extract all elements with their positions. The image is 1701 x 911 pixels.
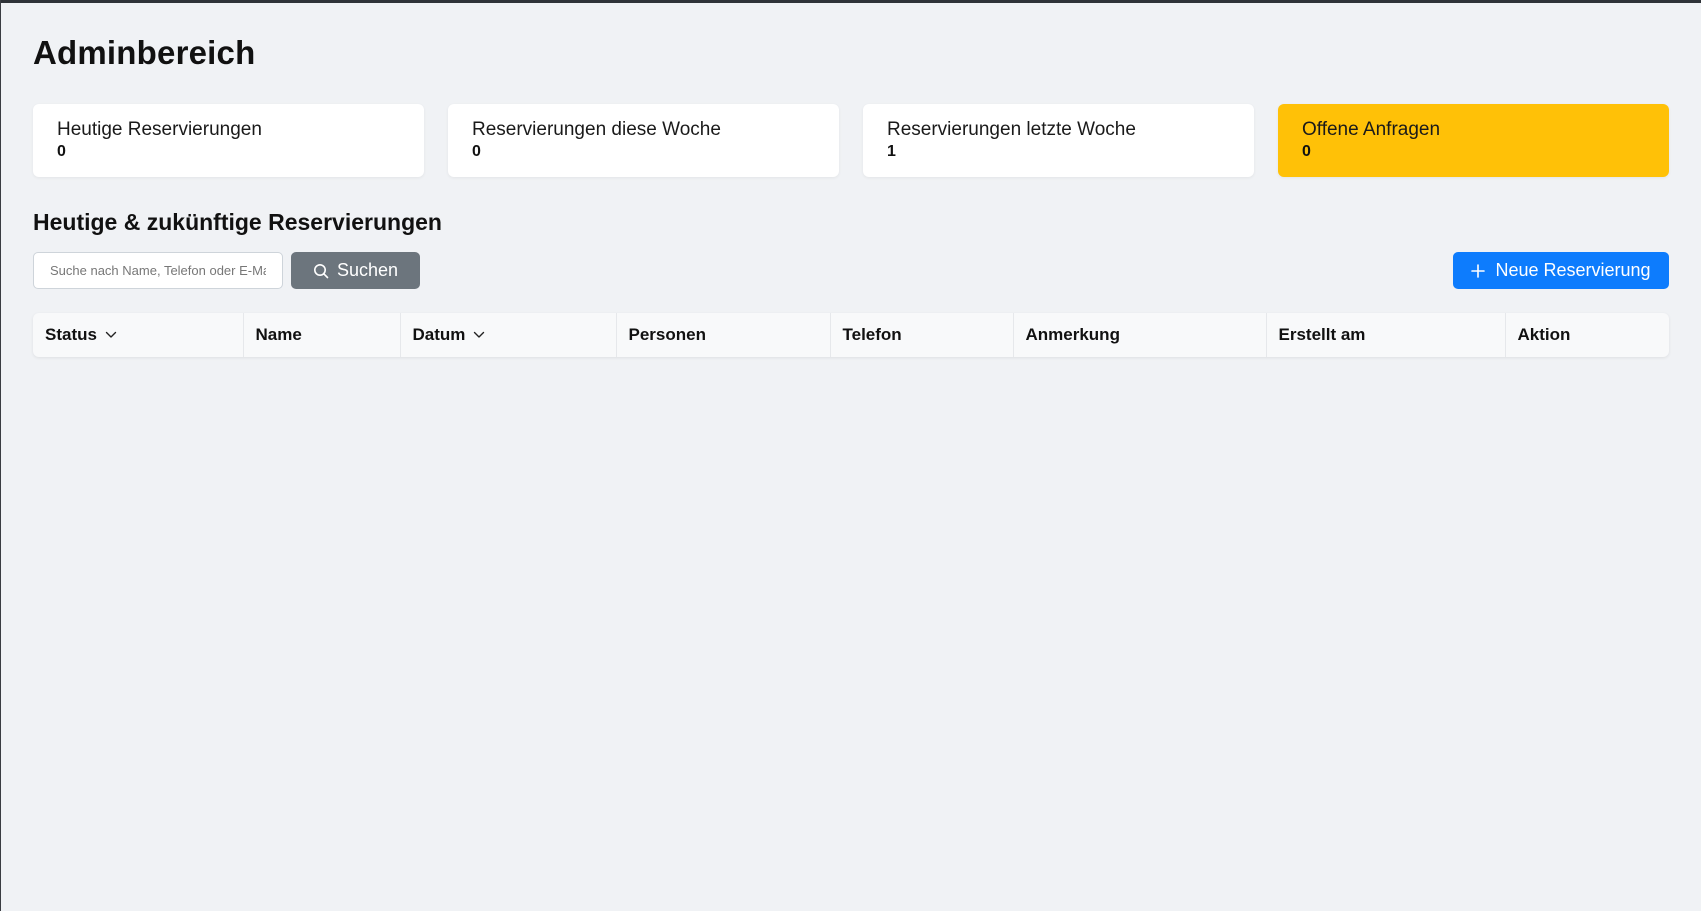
column-header-telefon: Telefon [829, 313, 1013, 357]
column-header-label: Status [45, 325, 97, 344]
column-header-label: Erstellt am [1278, 325, 1366, 344]
page-title: Adminbereich [33, 34, 256, 71]
stat-card-label: Heutige Reservierungen [57, 119, 262, 140]
search-button[interactable]: Suchen [291, 252, 420, 289]
section-title: Heutige & zukünftige Reservierungen [33, 209, 442, 235]
stat-card-this-week: Reservierungen diese Woche 0 [448, 104, 839, 177]
search-input[interactable] [33, 252, 283, 289]
stat-card-value: 0 [472, 143, 481, 160]
column-header-label: Name [255, 325, 302, 344]
search-icon [313, 263, 329, 279]
chevron-down-icon [105, 331, 117, 339]
stats-cards: Heutige Reservierungen 0 Reservierungen … [33, 104, 1669, 177]
table-header-row: Status Name Datum Personen Telefon Anmer… [33, 313, 1669, 357]
new-reservation-button[interactable]: Neue Reservierung [1453, 252, 1669, 289]
stat-card-open-requests: Offene Anfragen 0 [1278, 104, 1669, 177]
search-button-label: Suchen [336, 260, 399, 280]
stat-card-value: 0 [1302, 143, 1311, 160]
column-header-aktion: Aktion [1504, 313, 1669, 357]
stat-card-today: Heutige Reservierungen 0 [33, 104, 424, 177]
new-reservation-label: Neue Reservierung [1495, 260, 1651, 280]
stat-card-label: Reservierungen letzte Woche [887, 119, 1136, 140]
column-header-name: Name [242, 313, 400, 357]
plus-icon [1471, 263, 1486, 278]
column-header-anmerkung: Anmerkung [1012, 313, 1266, 357]
column-header-label: Telefon [842, 325, 902, 344]
column-header-erstellt-am: Erstellt am [1265, 313, 1505, 357]
reservation-toolbar: Suchen Neue Reservierung [33, 252, 1669, 289]
column-header-datum[interactable]: Datum [399, 313, 616, 357]
column-header-status[interactable]: Status [33, 313, 243, 357]
stat-card-label: Offene Anfragen [1302, 119, 1441, 140]
reservations-table: Status Name Datum Personen Telefon Anmer… [33, 313, 1669, 357]
window-left-border [0, 0, 1, 911]
stat-card-value: 0 [57, 143, 66, 160]
column-header-personen: Personen [615, 313, 830, 357]
window-top-border [0, 0, 1701, 3]
stat-card-value: 1 [887, 143, 896, 160]
column-header-label: Anmerkung [1025, 325, 1120, 344]
stat-card-last-week: Reservierungen letzte Woche 1 [863, 104, 1254, 177]
stat-card-label: Reservierungen diese Woche [472, 119, 721, 140]
chevron-down-icon [473, 331, 485, 339]
column-header-label: Aktion [1517, 325, 1571, 344]
column-header-label: Personen [628, 325, 706, 344]
column-header-label: Datum [412, 325, 466, 344]
